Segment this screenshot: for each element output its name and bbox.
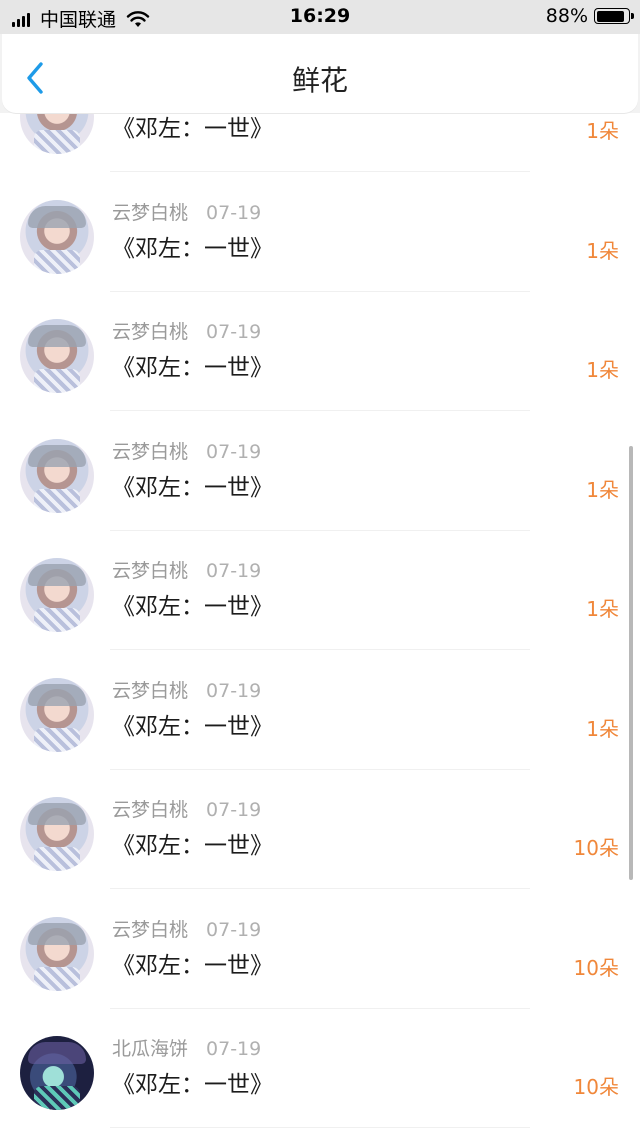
list-item[interactable]: 云梦白桃 07-19 《邓左：一世》 1朵 <box>0 173 640 292</box>
work-title[interactable]: 《邓左：一世》 <box>112 348 273 382</box>
item-date: 07-19 <box>206 679 262 702</box>
item-date: 07-19 <box>206 799 262 821</box>
avatar[interactable] <box>20 113 94 154</box>
item-meta: 云梦白桃 07-19 <box>112 317 261 344</box>
user-name[interactable]: 云梦白桃 <box>112 919 188 941</box>
list-item[interactable]: 云梦白桃 07-19 《邓左：一世》 1朵 <box>0 651 640 770</box>
item-meta: 云梦白桃 07-19 <box>112 556 261 583</box>
user-name[interactable]: 云梦白桃 <box>112 799 188 821</box>
item-meta: 云梦白桃 07-19 <box>112 676 261 703</box>
status-bar: 中国联通 16:29 88% <box>0 0 640 34</box>
flower-amount: 1朵 <box>586 716 619 741</box>
item-meta: 云梦白桃 07-19 <box>112 915 261 942</box>
work-title[interactable]: 《邓左：一世》 <box>112 826 273 860</box>
flower-amount: 10朵 <box>573 836 619 860</box>
work-title[interactable]: 《邓左：一世》 <box>112 1065 273 1099</box>
work-title[interactable]: 《邓左：一世》 <box>112 468 273 502</box>
work-title[interactable]: 《邓左：一世》 <box>112 946 273 980</box>
work-title[interactable]: 《邓左：一世》 <box>112 229 273 263</box>
work-title[interactable]: 《邓左：一世》 <box>112 707 273 741</box>
flower-amount: 1朵 <box>586 238 619 263</box>
list-item[interactable]: 云梦白桃 07-19 《邓左：一世》 1朵 <box>0 412 640 531</box>
item-date: 07-19 <box>206 321 262 343</box>
avatar[interactable] <box>20 677 94 752</box>
flower-amount: 10朵 <box>573 1075 619 1099</box>
scrollbar[interactable] <box>629 446 633 880</box>
item-meta: 云梦白桃 07-19 <box>112 795 261 822</box>
avatar[interactable] <box>20 438 94 513</box>
item-meta: 云梦白桃 07-19 <box>112 198 261 225</box>
status-time: 16:29 <box>289 5 351 27</box>
user-name[interactable]: 云梦白桃 <box>112 441 188 463</box>
item-date: 07-19 <box>206 918 262 941</box>
battery-fill <box>596 10 624 22</box>
flower-list[interactable]: 《邓左：一世》 1朵 云梦白桃 07-19 《邓左：一世》 1朵 云梦白桃 07-19 《邓左：… <box>0 113 640 1138</box>
item-meta: 云梦白桃 07-19 <box>112 437 261 464</box>
status-right: 88% <box>545 5 634 27</box>
item-date: 07-19 <box>206 201 262 224</box>
user-name[interactable]: 云梦白桃 <box>112 321 188 343</box>
list-item[interactable]: 北瓜海饼 07-19 《邓左：一世》 10朵 <box>0 1009 640 1128</box>
list-item[interactable]: 《邓左：一世》 1朵 <box>0 113 640 172</box>
page-title: 鲜花 <box>291 64 348 97</box>
flower-amount: 1朵 <box>586 477 619 502</box>
avatar[interactable] <box>20 797 94 871</box>
flower-amount: 1朵 <box>586 358 619 382</box>
user-name[interactable]: 云梦白桃 <box>112 202 188 224</box>
item-date: 07-19 <box>206 440 262 463</box>
list-item[interactable]: 云梦白桃 07-19 《邓左：一世》 1朵 <box>0 292 640 411</box>
user-name[interactable]: 北瓜海饼 <box>112 1038 188 1060</box>
flower-amount: 1朵 <box>586 119 619 143</box>
divider <box>110 1127 530 1128</box>
battery-icon <box>594 8 634 24</box>
list-item[interactable]: 云梦白桃 07-19 《邓左：一世》 10朵 <box>0 890 640 1009</box>
avatar[interactable] <box>20 319 94 393</box>
avatar[interactable] <box>20 199 94 274</box>
item-meta: 北瓜海饼 07-19 <box>112 1034 261 1061</box>
avatar[interactable] <box>20 1036 94 1110</box>
work-title[interactable]: 《邓左：一世》 <box>112 113 273 143</box>
user-name[interactable]: 云梦白桃 <box>112 680 188 702</box>
list-item[interactable]: 云梦白桃 07-19 《邓左：一世》 1朵 <box>0 531 640 650</box>
flower-amount: 1朵 <box>586 597 619 621</box>
item-date: 07-19 <box>206 1038 262 1060</box>
flower-amount: 10朵 <box>573 955 619 980</box>
battery-percent: 88% <box>545 5 588 27</box>
list-item[interactable]: 云梦白桃 07-19 《邓左：一世》 10朵 <box>0 770 640 889</box>
work-title[interactable]: 《邓左：一世》 <box>112 587 273 621</box>
avatar[interactable] <box>20 916 94 991</box>
item-date: 07-19 <box>206 560 262 582</box>
avatar[interactable] <box>20 558 94 632</box>
user-name[interactable]: 云梦白桃 <box>112 560 188 582</box>
nav-header: 鲜花 <box>2 34 638 113</box>
